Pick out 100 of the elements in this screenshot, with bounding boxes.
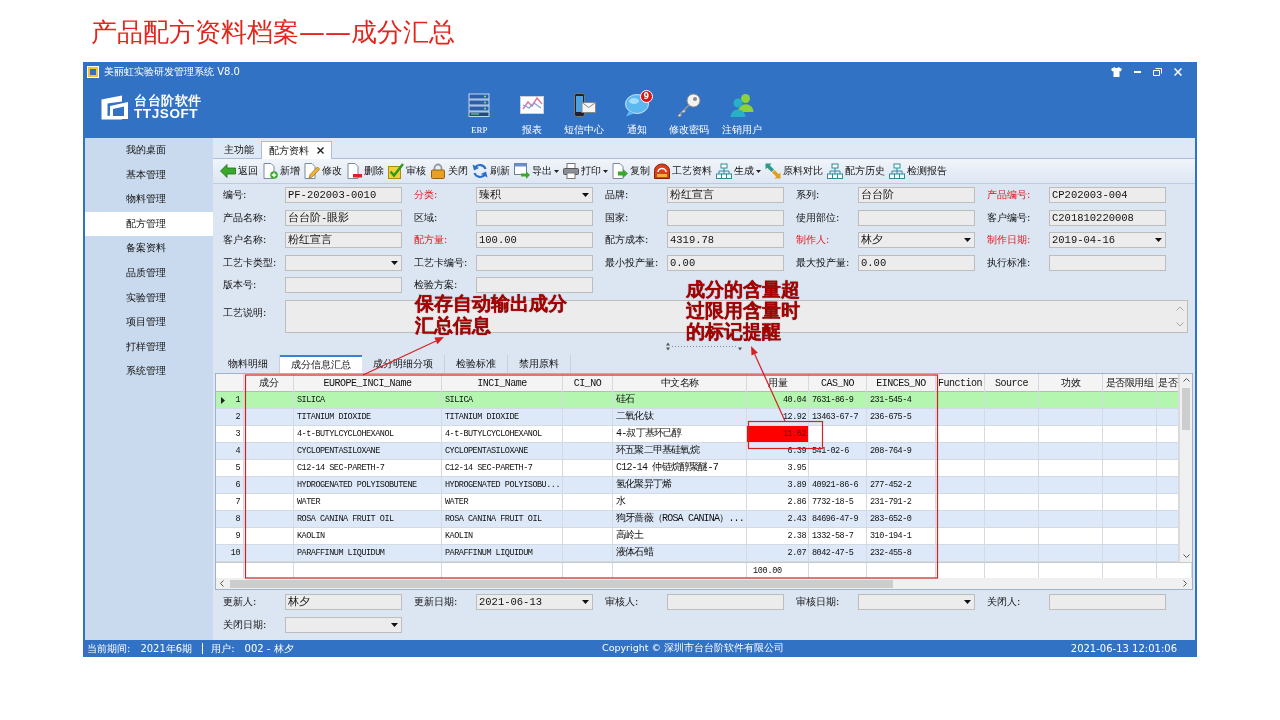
toolbar-button[interactable]: 生成 xyxy=(715,162,762,180)
table-row[interactable]: 5 C12-14 SEC-PARETH-7 C12-14 SEC-PARETH-7 C12-14 仲链烷醇聚醚-7 3.95 xyxy=(216,460,1179,477)
shortcut-button[interactable]: 注销用户 xyxy=(715,82,768,138)
shortcut-button[interactable]: 报表 xyxy=(505,82,558,138)
input-field[interactable]: 粉红宣言 xyxy=(667,187,784,204)
table-cell: 1332-58-7 xyxy=(809,528,867,544)
scroll-right-icon[interactable] xyxy=(1183,580,1187,587)
tab[interactable]: 主功能 xyxy=(217,141,261,159)
input-field[interactable] xyxy=(667,593,784,610)
input-field[interactable]: 0.00 xyxy=(858,254,975,271)
table-row[interactable]: 7 WATER WATER 水 2.86 7732-18-5 231-791-2 xyxy=(216,494,1179,511)
shortcut-button[interactable]: 修改密码 xyxy=(663,82,716,138)
toolbar-button[interactable]: 导出 xyxy=(513,162,560,180)
column-header[interactable]: 是否 xyxy=(1158,376,1177,392)
scroll-left-icon[interactable] xyxy=(220,580,224,587)
toolbar-button[interactable]: 审核 xyxy=(387,162,427,180)
toolbar-button[interactable]: 原料对比 xyxy=(764,162,824,180)
input-field[interactable]: 台台阶-眼影 xyxy=(285,209,402,226)
input-field[interactable] xyxy=(1049,254,1166,271)
scrollbar-thumb[interactable] xyxy=(230,579,893,588)
dropdown-field[interactable] xyxy=(285,254,402,271)
input-field[interactable] xyxy=(476,254,593,271)
shortcut-button[interactable]: 9 通知 xyxy=(610,82,663,138)
input-field[interactable] xyxy=(476,209,593,226)
restore-icon[interactable] xyxy=(1153,68,1162,76)
column-header[interactable]: 成分 xyxy=(259,376,278,392)
input-field[interactable]: 粉红宣言 xyxy=(285,232,402,249)
input-field[interactable]: 0.00 xyxy=(667,254,784,271)
column-header[interactable]: EINCES_NO xyxy=(876,376,926,392)
input-field[interactable]: PF-202003-0010 xyxy=(285,187,402,204)
sidebar-item[interactable]: 品质管理 xyxy=(85,260,213,286)
table-row[interactable]: 9 KAOLIN KAOLIN 高岭土 2.38 1332-58-7 310-194-1 xyxy=(216,528,1179,545)
input-field[interactable]: C201810220008 xyxy=(1049,209,1166,226)
toolbar-button[interactable]: 复制 xyxy=(611,162,651,180)
input-field[interactable] xyxy=(667,209,784,226)
sidebar-item[interactable]: 物料管理 xyxy=(85,187,213,212)
table-row[interactable]: 1 SILICA SILICA 硅石 40.04 7631-86-9 231-545-4 xyxy=(216,392,1179,409)
toolbar-button[interactable]: 刷新 xyxy=(471,162,511,180)
input-field[interactable] xyxy=(476,277,593,294)
sidebar-item[interactable]: 基本管理 xyxy=(85,162,213,188)
toolbar-button[interactable]: 关闭 xyxy=(429,162,469,180)
toolbar-button[interactable]: 工艺资料 xyxy=(653,162,713,180)
input-field[interactable]: 台台阶 xyxy=(858,187,975,204)
sidebar-item[interactable]: 项目管理 xyxy=(85,310,213,335)
table-cell: 40921-86-6 xyxy=(809,477,867,493)
toolbar-button[interactable]: 新增 xyxy=(261,162,301,180)
toolbar-button[interactable]: 打印 xyxy=(562,162,609,180)
column-header[interactable]: 中文名称 xyxy=(660,376,699,392)
sidebar-item[interactable]: 配方管理 xyxy=(85,211,213,237)
vertical-scrollbar[interactable] xyxy=(1179,374,1192,562)
sidebar-item[interactable]: 打样管理 xyxy=(85,334,213,360)
table-row[interactable]: 6 HYDROGENATED POLYISOBUTENE HYDROGENATED POLYISOBU... 氢化聚异丁烯 3.89 40921-86-6 277-452-2 xyxy=(216,477,1179,494)
input-field[interactable] xyxy=(1049,593,1166,610)
input-field[interactable]: 100.00 xyxy=(476,232,593,249)
column-header[interactable]: Function xyxy=(938,376,982,392)
column-header[interactable]: CI_NO xyxy=(573,376,602,392)
dropdown-field[interactable]: 2019-04-16 xyxy=(1049,232,1166,249)
close-icon[interactable] xyxy=(317,147,324,154)
table-row[interactable]: 2 TITANIUM DIOXIDE TITANIUM DIOXIDE 二氧化钛 12.92 13463-67-7 236-675-5 xyxy=(216,409,1179,426)
scroll-up-icon[interactable] xyxy=(1182,378,1190,382)
table-row[interactable]: 8 ROSA CANINA FRUIT OIL ROSA CANINA FRUIT OIL 狗牙蔷薇（ROSA CANINA）... 2.43 84696-47-9 283-652-0 xyxy=(216,511,1179,528)
minimize-icon[interactable] xyxy=(1134,71,1141,73)
table-row[interactable]: 3 4-t-BUTYLCYCLOHEXANOL 4-t-BUTYLCYCLOHEXANOL 4-叔丁基环己醇 11.62 xyxy=(216,426,1179,443)
dropdown-field[interactable] xyxy=(285,616,402,633)
column-header[interactable]: Source xyxy=(995,376,1028,392)
dropdown-field[interactable] xyxy=(858,593,975,610)
shirt-icon[interactable] xyxy=(1111,67,1122,77)
splitter-handle[interactable] xyxy=(665,342,743,351)
input-field[interactable] xyxy=(285,277,402,294)
column-header[interactable]: 用量 xyxy=(768,376,787,392)
column-header[interactable]: EUROPE_INCI_Name xyxy=(323,376,412,392)
column-header[interactable]: 功效 xyxy=(1061,376,1080,392)
column-header[interactable]: CAS_NO xyxy=(821,376,854,392)
table-row[interactable]: 10 PARAFFINUM LIQUIDUM PARAFFINUM LIQUIDUM 液体石蜡 2.07 8042-47-5 232-455-8 xyxy=(216,545,1179,562)
toolbar-button[interactable]: 删除 xyxy=(345,162,385,180)
sidebar-item[interactable]: 系统管理 xyxy=(85,359,213,384)
dropdown-field[interactable]: 林夕 xyxy=(858,232,975,249)
toolbar-button[interactable]: 修改 xyxy=(303,162,343,180)
shortcut-button[interactable]: ERP xyxy=(453,82,506,138)
dropdown-field[interactable]: 2021-06-13 xyxy=(476,593,593,610)
input-field[interactable]: 林夕 xyxy=(285,593,402,610)
input-field[interactable]: 4319.78 xyxy=(667,232,784,249)
input-field[interactable] xyxy=(858,209,975,226)
sidebar-item[interactable]: 我的桌面 xyxy=(85,138,213,163)
tab[interactable]: 成分信息汇总 xyxy=(280,355,362,373)
horizontal-scrollbar[interactable] xyxy=(216,578,1192,589)
shortcut-button[interactable]: 短信中心 xyxy=(558,82,611,138)
sidebar-item[interactable]: 备案资料 xyxy=(85,236,213,261)
dropdown-field[interactable]: 臻积 xyxy=(476,187,593,204)
scroll-down-icon[interactable] xyxy=(1182,554,1190,558)
input-field[interactable]: CP202003-004 xyxy=(1049,187,1166,204)
scrollbar-thumb[interactable] xyxy=(1182,388,1190,430)
toolbar-button[interactable]: 检测报告 xyxy=(888,162,948,180)
tab[interactable]: 配方资料 xyxy=(261,141,332,159)
column-header[interactable]: INCI_Name xyxy=(477,376,527,392)
toolbar-button[interactable]: 配方历史 xyxy=(826,162,886,180)
toolbar-button[interactable]: 返回 xyxy=(219,162,259,180)
sidebar-item[interactable]: 实验管理 xyxy=(85,285,213,311)
hierarchy-icon xyxy=(827,163,843,179)
column-header[interactable]: 是否限用组 xyxy=(1105,376,1154,392)
